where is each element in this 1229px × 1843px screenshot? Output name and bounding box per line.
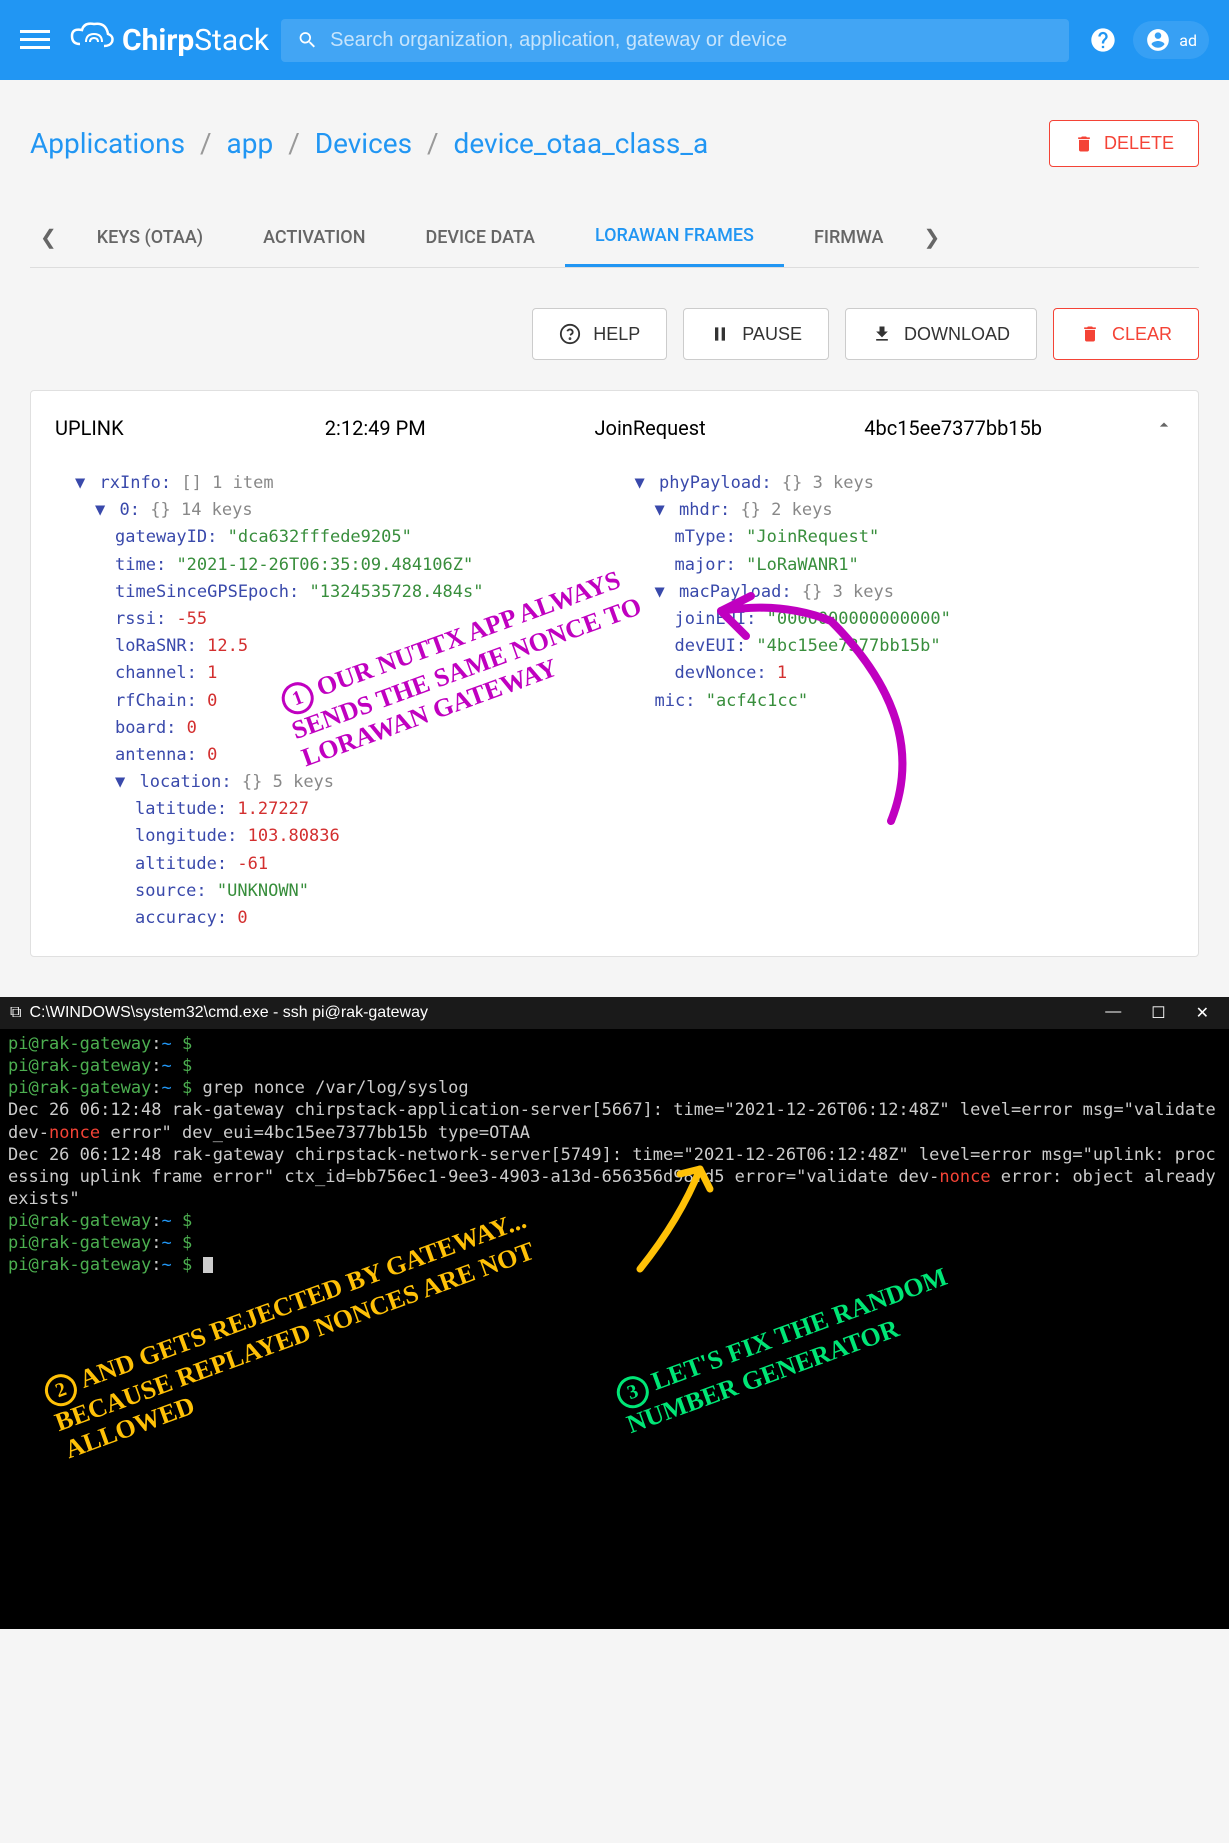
breadcrumb-app[interactable]: app	[227, 127, 274, 160]
tab-scroll-left[interactable]: ❮	[30, 225, 67, 249]
tab-scroll-right[interactable]: ❯	[913, 225, 950, 249]
search-box[interactable]	[281, 19, 1069, 62]
tab-activation[interactable]: ACTIVATION	[233, 209, 395, 266]
frame-panel: UPLINK 2:12:49 PM JoinRequest 4bc15ee737…	[30, 390, 1199, 957]
terminal-titlebar: ⧉ C:\WINDOWS\system32\cmd.exe - ssh pi@r…	[0, 997, 1229, 1029]
frame-deveui: 4bc15ee7377bb15b	[864, 416, 1134, 440]
frame-type: JoinRequest	[595, 416, 865, 440]
help-button[interactable]: HELP	[532, 308, 667, 360]
minimize-icon[interactable]: —	[1105, 1003, 1121, 1023]
logo-text-bold: Chirp	[122, 23, 194, 58]
rxinfo-tree: ▼ rxInfo: [] 1 item ▼ 0: {} 14 keys gate…	[55, 470, 615, 932]
logo-text-light: Stack	[194, 23, 269, 58]
question-icon	[559, 323, 581, 345]
search-icon	[297, 29, 318, 51]
cloud-icon	[70, 20, 114, 60]
tab-firmware[interactable]: FIRMWA	[784, 209, 914, 266]
user-menu[interactable]: ad	[1133, 21, 1209, 59]
user-icon	[1145, 27, 1171, 53]
delete-button[interactable]: DELETE	[1049, 120, 1199, 167]
breadcrumb-devices[interactable]: Devices	[315, 127, 412, 160]
toggle-icon[interactable]: ▼	[635, 473, 645, 493]
app-header: ChirpStack ad	[0, 0, 1229, 80]
tab-lorawan-frames[interactable]: LORAWAN FRAMES	[565, 207, 784, 267]
phypayload-tree: ▼ phyPayload: {} 3 keys ▼ mhdr: {} 2 key…	[615, 470, 1175, 932]
user-label: ad	[1179, 31, 1197, 50]
pause-icon	[710, 324, 730, 344]
frame-time: 2:12:49 PM	[325, 416, 595, 440]
maximize-icon[interactable]: ☐	[1151, 1003, 1165, 1023]
tab-device-data[interactable]: DEVICE DATA	[395, 209, 565, 266]
toggle-icon[interactable]: ▼	[75, 473, 85, 493]
terminal-title: C:\WINDOWS\system32\cmd.exe - ssh pi@rak…	[29, 1004, 1105, 1022]
tab-keys[interactable]: KEYS (OTAA)	[67, 209, 233, 266]
help-icon[interactable]	[1089, 26, 1117, 54]
clear-button[interactable]: CLEAR	[1053, 308, 1199, 360]
menu-icon[interactable]	[20, 25, 50, 55]
toggle-icon[interactable]: ▼	[655, 582, 665, 602]
toggle-icon[interactable]: ▼	[655, 500, 665, 520]
terminal-window: ⧉ C:\WINDOWS\system32\cmd.exe - ssh pi@r…	[0, 997, 1229, 1629]
terminal-body[interactable]: pi@rak-gateway:~ $ pi@rak-gateway:~ $ pi…	[0, 1029, 1229, 1629]
breadcrumb-applications[interactable]: Applications	[30, 127, 185, 160]
search-input[interactable]	[330, 29, 1053, 52]
trash-icon	[1080, 324, 1100, 344]
tabs: ❮ KEYS (OTAA) ACTIVATION DEVICE DATA LOR…	[30, 207, 1199, 268]
toggle-icon[interactable]: ▼	[95, 500, 105, 520]
toolbar: HELP PAUSE DOWNLOAD CLEAR	[30, 308, 1199, 360]
download-icon	[872, 324, 892, 344]
breadcrumb-device[interactable]: device_otaa_class_a	[454, 127, 709, 160]
pause-button[interactable]: PAUSE	[683, 308, 829, 360]
trash-icon	[1074, 134, 1094, 154]
download-button[interactable]: DOWNLOAD	[845, 308, 1037, 360]
breadcrumb: Applications / app / Devices / device_ot…	[30, 127, 708, 160]
logo[interactable]: ChirpStack	[70, 20, 269, 60]
cmd-icon: ⧉	[10, 1004, 21, 1022]
close-icon[interactable]: ✕	[1196, 1003, 1209, 1023]
frame-header[interactable]: UPLINK 2:12:49 PM JoinRequest 4bc15ee737…	[55, 415, 1174, 440]
frame-direction: UPLINK	[55, 416, 325, 440]
chevron-up-icon[interactable]	[1134, 415, 1174, 440]
toggle-icon[interactable]: ▼	[115, 772, 125, 792]
